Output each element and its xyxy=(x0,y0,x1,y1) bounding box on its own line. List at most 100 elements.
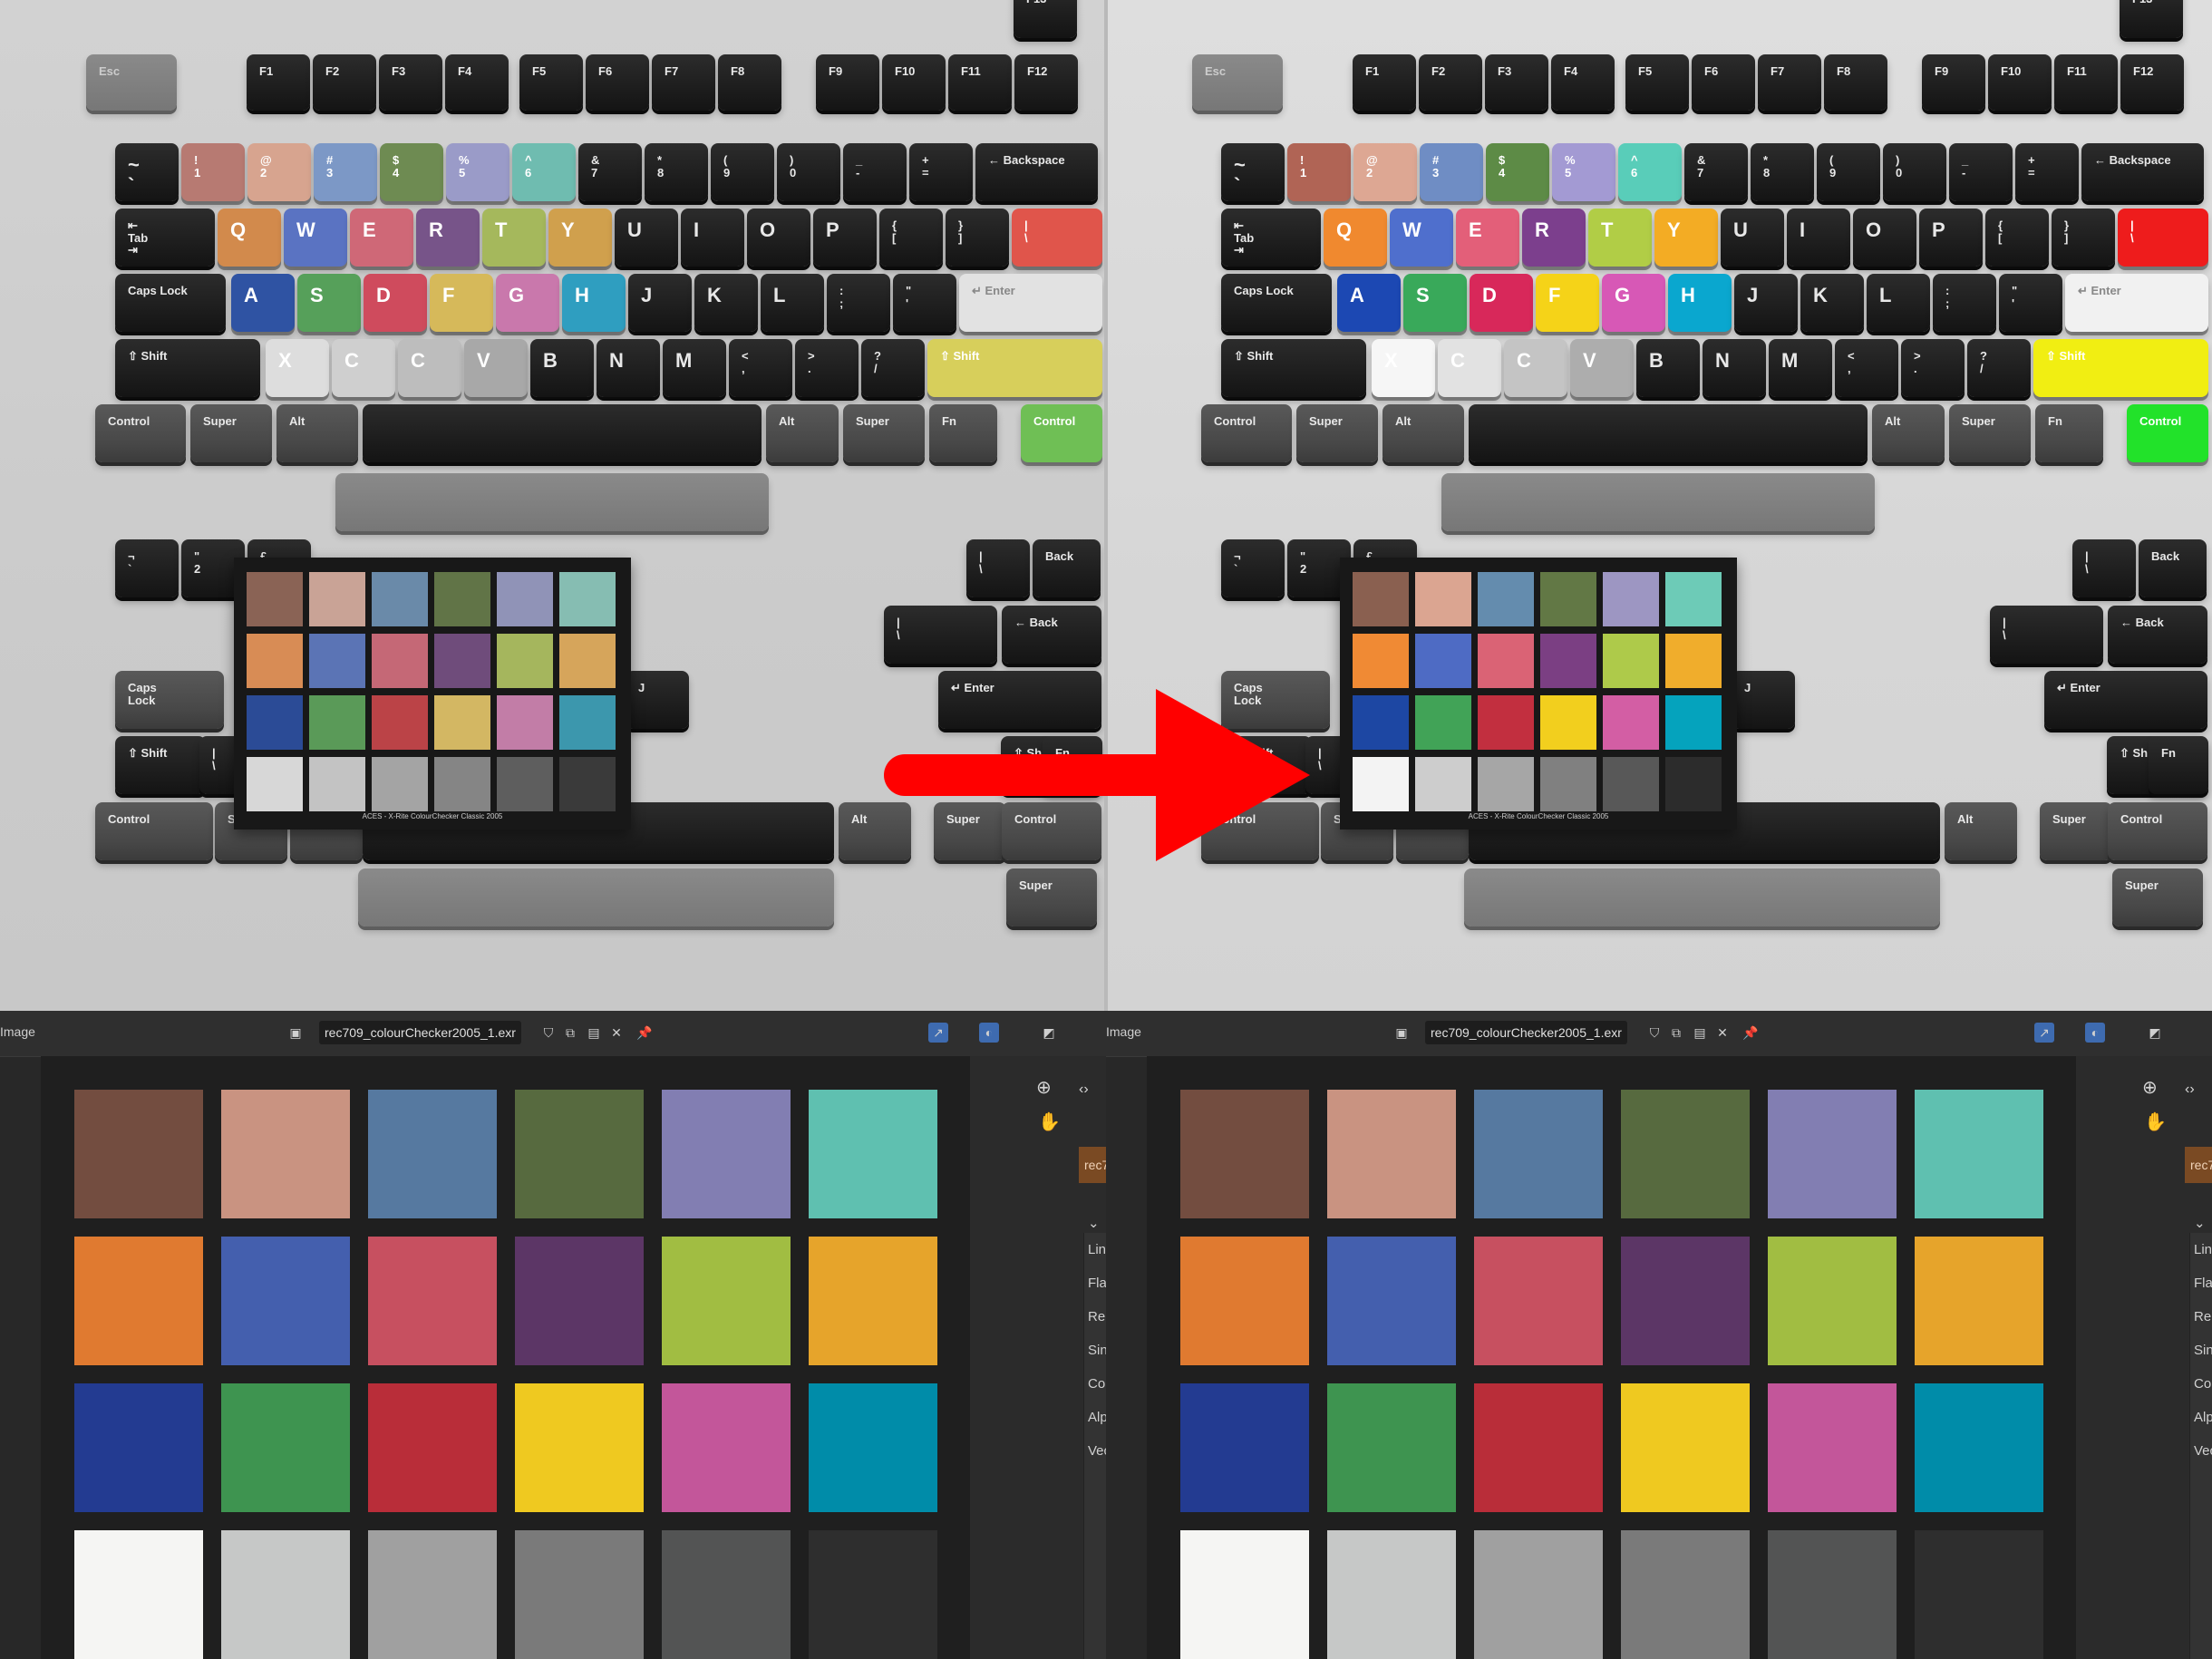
key-legend: Esc xyxy=(99,64,121,78)
key-n8: * 8 xyxy=(1751,143,1814,201)
sidebar-toggle-icon[interactable]: ‹› xyxy=(2185,1082,2195,1098)
key-alt-lower: Alt xyxy=(1945,802,2017,860)
zoom-icon[interactable]: ⊕ xyxy=(1036,1076,1052,1099)
pin-icon[interactable]: 📌 xyxy=(635,1023,655,1043)
prop-projection[interactable]: Flat xyxy=(2194,1276,2212,1291)
key-y: Y xyxy=(548,209,612,267)
viewport-swatch xyxy=(515,1383,644,1512)
display-channels-icon[interactable]: ◩ xyxy=(1039,1023,1059,1043)
zoom-icon[interactable]: ⊕ xyxy=(2142,1076,2158,1099)
viewport-swatch xyxy=(1915,1530,2043,1659)
key-comma: < , xyxy=(1835,339,1898,397)
checker-patch xyxy=(497,572,553,626)
key-legend: F12 xyxy=(1027,64,1048,78)
image-browse-icon[interactable]: ▣ xyxy=(286,1023,306,1043)
key-n3: # 3 xyxy=(1420,143,1483,201)
prop-interpolation[interactable]: Linear xyxy=(1088,1242,1106,1257)
duplicate-icon[interactable]: ⧉ xyxy=(560,1023,580,1043)
key-legend: ⇤ Tab ⇥ xyxy=(128,218,149,257)
checker-patch xyxy=(247,757,303,811)
key-v: V xyxy=(1570,339,1634,397)
key-esc: Esc xyxy=(1192,54,1283,111)
key-d: D xyxy=(1470,274,1533,332)
prop-projection[interactable]: Flat xyxy=(1088,1276,1106,1291)
view-mode-icon[interactable]: ↗ xyxy=(2034,1023,2054,1043)
key-legend: @ 2 xyxy=(260,153,272,179)
unlink-close-icon[interactable]: ✕ xyxy=(1712,1023,1732,1043)
pan-hand-icon[interactable]: ✋ xyxy=(1038,1111,1061,1133)
key-legend: U xyxy=(627,218,642,241)
fake-user-shield-icon[interactable]: ⛉ xyxy=(1644,1023,1664,1043)
prop-alpha[interactable]: Alpha xyxy=(2194,1410,2212,1425)
pan-hand-icon[interactable]: ✋ xyxy=(2144,1111,2167,1133)
image-viewport[interactable] xyxy=(41,1056,970,1659)
key-legend: < , xyxy=(1848,349,1855,375)
key-legend: | \ xyxy=(979,549,983,576)
open-folder-icon[interactable]: ▤ xyxy=(1690,1023,1710,1043)
checker-patch xyxy=(247,572,303,626)
fake-user-shield-icon[interactable]: ⛉ xyxy=(538,1023,558,1043)
prop-source[interactable]: Single xyxy=(1088,1343,1106,1358)
key-control: Control xyxy=(1201,404,1292,462)
key-legend: I xyxy=(694,218,700,241)
open-folder-icon[interactable]: ▤ xyxy=(584,1023,604,1043)
collapse-chevron-icon[interactable]: ⌄ xyxy=(2194,1215,2206,1231)
prop-extension[interactable]: Repeat xyxy=(1088,1309,1106,1324)
prop-alpha[interactable]: Alpha xyxy=(1088,1410,1106,1425)
prop-color-space[interactable]: Color Space xyxy=(1088,1376,1106,1392)
key-control-r: Control xyxy=(2127,404,2208,462)
checker-patch xyxy=(372,695,428,750)
checker-patch xyxy=(309,634,365,688)
image-browse-icon[interactable]: ▣ xyxy=(1392,1023,1412,1043)
overlay-icon[interactable]: ◐ xyxy=(2085,1023,2105,1043)
key-legend: Super xyxy=(856,414,889,428)
key-legend: F6 xyxy=(1704,64,1719,78)
prop-source[interactable]: Single xyxy=(2194,1343,2212,1358)
key-f4: F4 xyxy=(1551,54,1615,111)
prop-vector[interactable]: Vector xyxy=(1088,1443,1106,1459)
viewport-swatch xyxy=(662,1530,791,1659)
key-legend: ⇧ Shift xyxy=(1234,349,1274,363)
unlink-close-icon[interactable]: ✕ xyxy=(606,1023,626,1043)
checker-patch xyxy=(1665,634,1722,688)
key-f11: F11 xyxy=(2054,54,2118,111)
prop-vector[interactable]: Vector xyxy=(2194,1443,2212,1459)
pin-icon[interactable]: 📌 xyxy=(1741,1023,1761,1043)
key-caps2: Caps Lock xyxy=(115,671,224,729)
sidebar-toggle-icon[interactable]: ‹› xyxy=(1079,1082,1089,1098)
key-legend: C xyxy=(411,349,425,372)
key-f3: F3 xyxy=(379,54,442,111)
collapse-chevron-icon[interactable]: ⌄ xyxy=(1088,1215,1100,1231)
checker-patch xyxy=(1415,757,1471,811)
key-legend: F13 xyxy=(2132,0,2152,5)
prop-interpolation[interactable]: Linear xyxy=(2194,1242,2212,1257)
key-legend: M xyxy=(675,349,693,372)
key-semicolon: : ; xyxy=(1933,274,1996,332)
view-mode-icon[interactable]: ↗ xyxy=(928,1023,948,1043)
key-legend: : ; xyxy=(1945,284,1950,310)
key-legend: Q xyxy=(1336,218,1353,241)
key-legend: F2 xyxy=(325,64,340,78)
key-j: J xyxy=(628,274,692,332)
key-f2: F2 xyxy=(313,54,376,111)
viewport-swatch xyxy=(515,1237,644,1365)
key-legend: ¬ ` xyxy=(1234,549,1241,576)
key-legend: " 2 xyxy=(1300,549,1307,576)
duplicate-icon[interactable]: ⧉ xyxy=(1666,1023,1686,1043)
key-legend: : ; xyxy=(839,284,844,310)
key-l: L xyxy=(1867,274,1930,332)
image-datablock-field[interactable]: rec709_colourChecker2005_1.exr xyxy=(1425,1021,1627,1044)
image-datablock-field[interactable]: rec709_colourChecker2005_1.exr xyxy=(319,1021,521,1044)
checker-patch xyxy=(309,695,365,750)
image-viewport[interactable] xyxy=(1147,1056,2076,1659)
colour-checker-card: ACES - X-Rite ColourChecker Classic 2005 xyxy=(234,558,631,830)
prop-color-space[interactable]: Color Space xyxy=(2194,1376,2212,1392)
key-legend: F11 xyxy=(2067,64,2087,78)
prop-extension[interactable]: Repeat xyxy=(2194,1309,2212,1324)
overlay-icon[interactable]: ◐ xyxy=(979,1023,999,1043)
display-channels-icon[interactable]: ◩ xyxy=(2145,1023,2165,1043)
key-esc: Esc xyxy=(86,54,177,111)
key-super3: Super xyxy=(2040,802,2112,860)
key-legend: C xyxy=(1517,349,1531,372)
key-legend: F3 xyxy=(1498,64,1512,78)
